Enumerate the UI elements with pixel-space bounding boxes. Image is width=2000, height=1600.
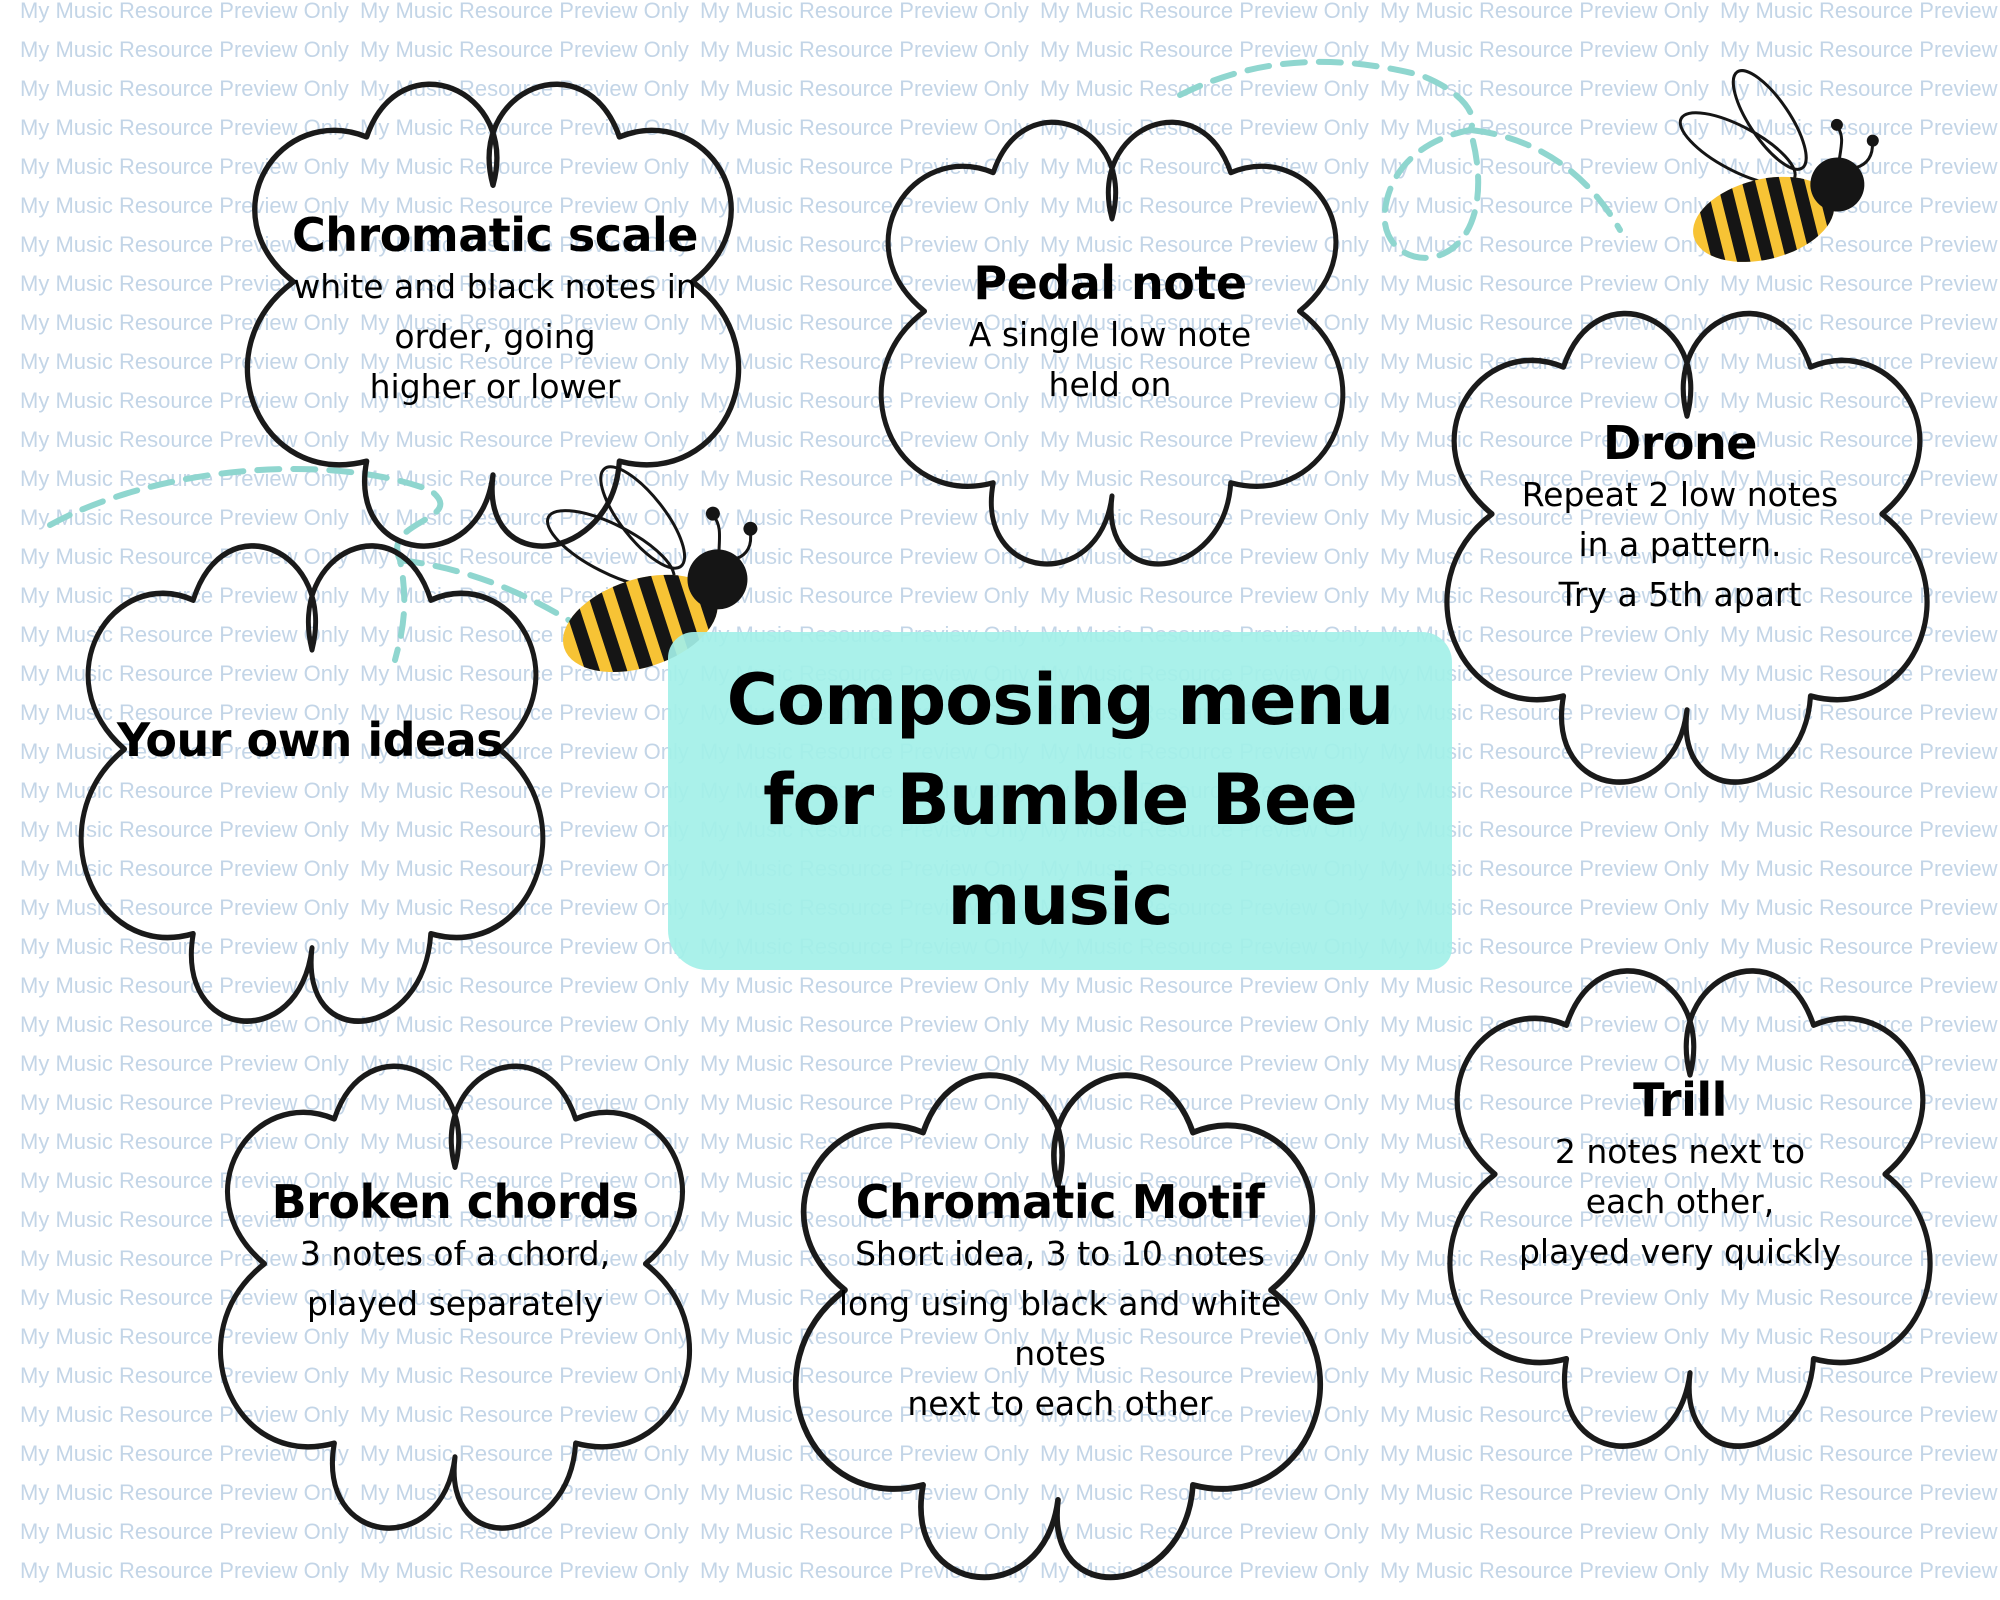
card-your-own-ideas: Your own ideas [90, 713, 530, 767]
card-chromatic-scale: Chromatic scale white and black notes in… [270, 208, 720, 412]
card-title: Broken chords [271, 1175, 639, 1229]
flower-your-own-ideas [78, 543, 546, 1024]
card-title: Trill [1633, 1073, 1727, 1127]
card-title: Chromatic scale [292, 208, 698, 262]
card-description: 3 notes of a chord, played separately [299, 1234, 611, 1323]
card-trill: Trill 2 notes next to each other, played… [1470, 1073, 1890, 1277]
card-title: Your own ideas [116, 713, 504, 767]
card-title: Chromatic Motif [855, 1175, 1265, 1229]
card-title: Drone [1603, 416, 1757, 470]
card-description: 2 notes next to each other, played very … [1518, 1132, 1841, 1271]
card-broken-chords: Broken chords 3 notes of a chord, played… [240, 1175, 670, 1329]
card-description: Repeat 2 low notes in a pattern. Try a 5… [1521, 475, 1839, 614]
card-chromatic-motif: Chromatic Motif Short idea, 3 to 10 note… [810, 1175, 1310, 1429]
card-pedal-note: Pedal note A single low note held on [900, 256, 1320, 410]
card-drone: Drone Repeat 2 low notes in a pattern. T… [1470, 416, 1890, 620]
card-description: Short idea, 3 to 10 notes long using bla… [838, 1234, 1282, 1423]
card-title: Pedal note [973, 256, 1247, 310]
card-description: white and black notes in order, going hi… [293, 267, 697, 406]
card-description: A single low note held on [968, 315, 1252, 404]
page-title: Composing menu for Bumble Bee music [726, 659, 1395, 941]
bee-icon [1678, 69, 1879, 276]
